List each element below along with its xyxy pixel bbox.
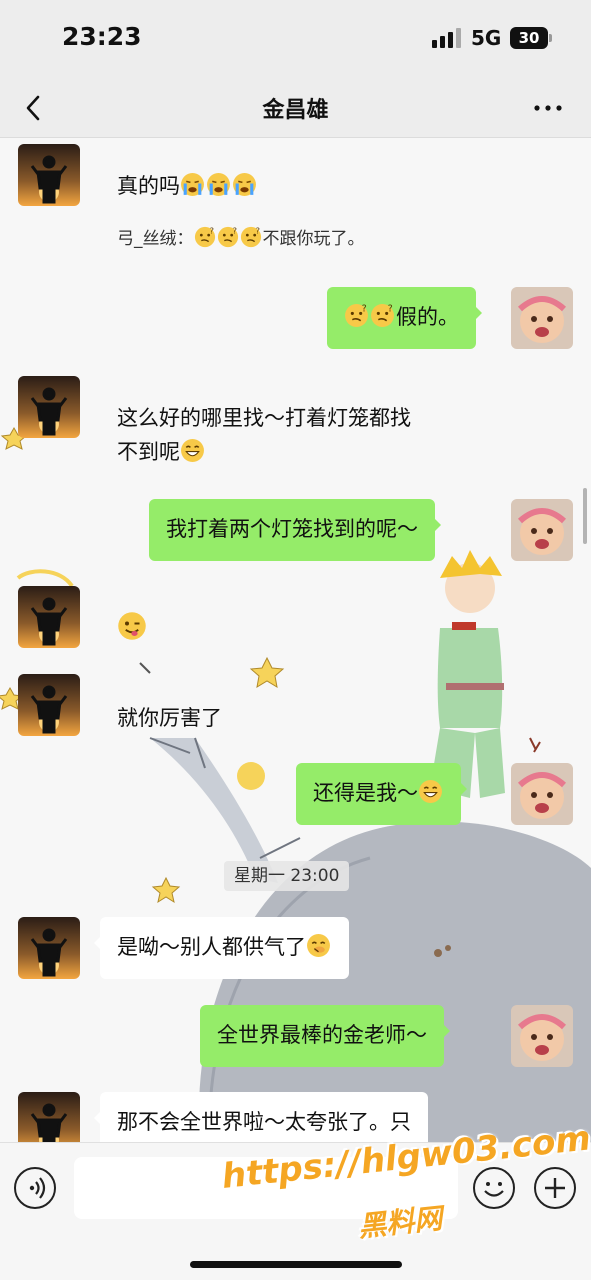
watermark-site-name: 黑料网 — [356, 1201, 444, 1244]
message-text-line1: 这么好的哪里找～打着灯笼都找 — [117, 406, 411, 430]
input-bar: https://hlgw03.com 黑料网 — [0, 1118, 591, 1280]
message-bubble-outgoing[interactable]: 全世界最棒的金老师～ — [200, 1005, 450, 1067]
status-time: 23:23 — [62, 22, 142, 51]
my-avatar[interactable] — [511, 1005, 573, 1067]
chat-area[interactable]: 真的吗 弓_丝绒：??? 不跟你玩了。 ?? 假的。 这么好的哪里找～打着灯笼都找 … — [0, 138, 591, 1142]
svg-text:?: ? — [209, 226, 213, 235]
contact-avatar[interactable] — [18, 674, 80, 736]
contact-avatar[interactable] — [18, 376, 80, 438]
voice-input-button[interactable] — [14, 1167, 56, 1209]
contact-avatar[interactable] — [18, 1092, 80, 1142]
nav-bar: 金昌雄 — [0, 80, 591, 138]
message-text: 我打着两个灯笼找到的呢～ — [166, 517, 418, 541]
more-options-icon[interactable] — [532, 94, 564, 122]
plus-icon — [545, 1178, 565, 1198]
emoji-picker-button[interactable] — [473, 1167, 515, 1209]
status-bar: 23:23 5G 30 — [0, 0, 591, 80]
voice-icon — [29, 1177, 46, 1199]
message-timestamp: 星期一 23:00 — [224, 861, 350, 891]
grinning-face-emoji — [181, 439, 204, 462]
contact-avatar[interactable] — [18, 144, 80, 206]
message-bubble-incoming[interactable]: 那不会全世界啦～太夸张了。只 — [94, 1092, 428, 1142]
contact-avatar[interactable] — [18, 586, 80, 648]
chat-title: 金昌雄 — [262, 98, 329, 123]
svg-text:?: ? — [388, 303, 393, 314]
message-bubble-incoming[interactable]: 是呦～别人都供气了 — [94, 917, 349, 979]
quote-sender: 弓_丝绒： — [117, 229, 194, 249]
message-bubble-outgoing[interactable]: ?? 假的。 — [327, 287, 482, 349]
quoted-message[interactable]: 弓_丝绒：??? 不跟你玩了。 — [117, 224, 365, 249]
my-avatar[interactable] — [511, 287, 573, 349]
signal-icon — [432, 28, 462, 48]
svg-text:?: ? — [232, 226, 236, 235]
quote-text: 不跟你玩了。 — [262, 229, 365, 249]
thinking-face-emoji: ? — [240, 226, 261, 248]
svg-text:?: ? — [362, 303, 367, 314]
crying-face-emoji — [207, 173, 230, 196]
svg-text:?: ? — [255, 226, 259, 235]
crying-face-emoji — [181, 173, 204, 196]
network-label: 5G — [471, 26, 502, 50]
battery-level: 30 — [518, 29, 540, 47]
home-indicator — [190, 1261, 402, 1268]
my-avatar[interactable] — [511, 499, 573, 561]
thinking-face-emoji: ? — [345, 303, 368, 327]
chat-scrollbar[interactable] — [583, 488, 587, 544]
battery-icon: 30 — [510, 27, 552, 49]
message-text-line2: 不到呢 — [117, 440, 180, 464]
message-text: 是呦～别人都供气了 — [117, 935, 306, 959]
thinking-face-emoji: ? — [371, 303, 394, 327]
giggle-face-emoji — [307, 934, 330, 957]
contact-avatar[interactable] — [18, 917, 80, 979]
message-bubble-incoming[interactable] — [100, 598, 165, 660]
grinning-face-emoji — [419, 780, 442, 803]
crying-face-emoji — [233, 173, 256, 196]
my-avatar[interactable] — [511, 763, 573, 825]
chat-background-illustration — [0, 426, 591, 1142]
message-text: 就你厉害了 — [117, 706, 222, 730]
winking-tongue-face-emoji — [118, 612, 146, 640]
smiley-icon — [484, 1182, 504, 1197]
message-text: 还得是我～ — [313, 781, 418, 805]
message-bubble-outgoing[interactable]: 我打着两个灯笼找到的呢～ — [149, 499, 441, 561]
message-text: 真的吗 — [117, 174, 180, 198]
message-bubble-incoming[interactable]: 真的吗 — [100, 156, 275, 216]
message-text: 假的。 — [396, 305, 459, 329]
thinking-face-emoji: ? — [217, 226, 238, 248]
message-bubble-incoming[interactable]: 这么好的哪里找～打着灯笼都找 不到呢 — [100, 388, 490, 482]
message-bubble-incoming[interactable]: 就你厉害了 — [100, 688, 239, 748]
message-text: 那不会全世界啦～太夸张了。只 — [117, 1110, 411, 1134]
message-bubble-outgoing[interactable]: 还得是我～ — [296, 763, 467, 825]
message-text: 全世界最棒的金老师～ — [217, 1023, 427, 1047]
more-functions-button[interactable] — [534, 1167, 576, 1209]
thinking-face-emoji: ? — [194, 226, 215, 248]
